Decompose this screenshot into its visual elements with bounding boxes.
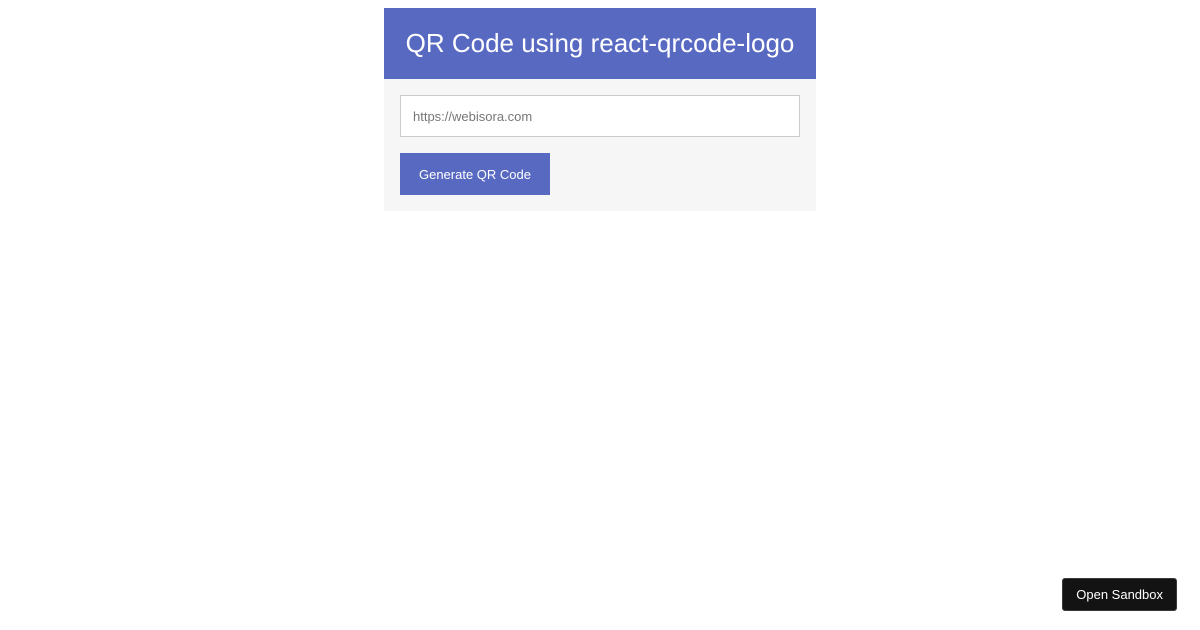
url-input[interactable] [400,95,800,137]
open-sandbox-button[interactable]: Open Sandbox [1062,578,1177,611]
page: QR Code using react-qrcode-logo Generate… [0,0,1200,630]
generate-qr-code-button[interactable]: Generate QR Code [400,153,550,195]
card-body: Generate QR Code [384,79,816,211]
qr-generator-card: QR Code using react-qrcode-logo Generate… [384,8,816,211]
page-title: QR Code using react-qrcode-logo [405,28,795,58]
card-header: QR Code using react-qrcode-logo [384,8,816,79]
